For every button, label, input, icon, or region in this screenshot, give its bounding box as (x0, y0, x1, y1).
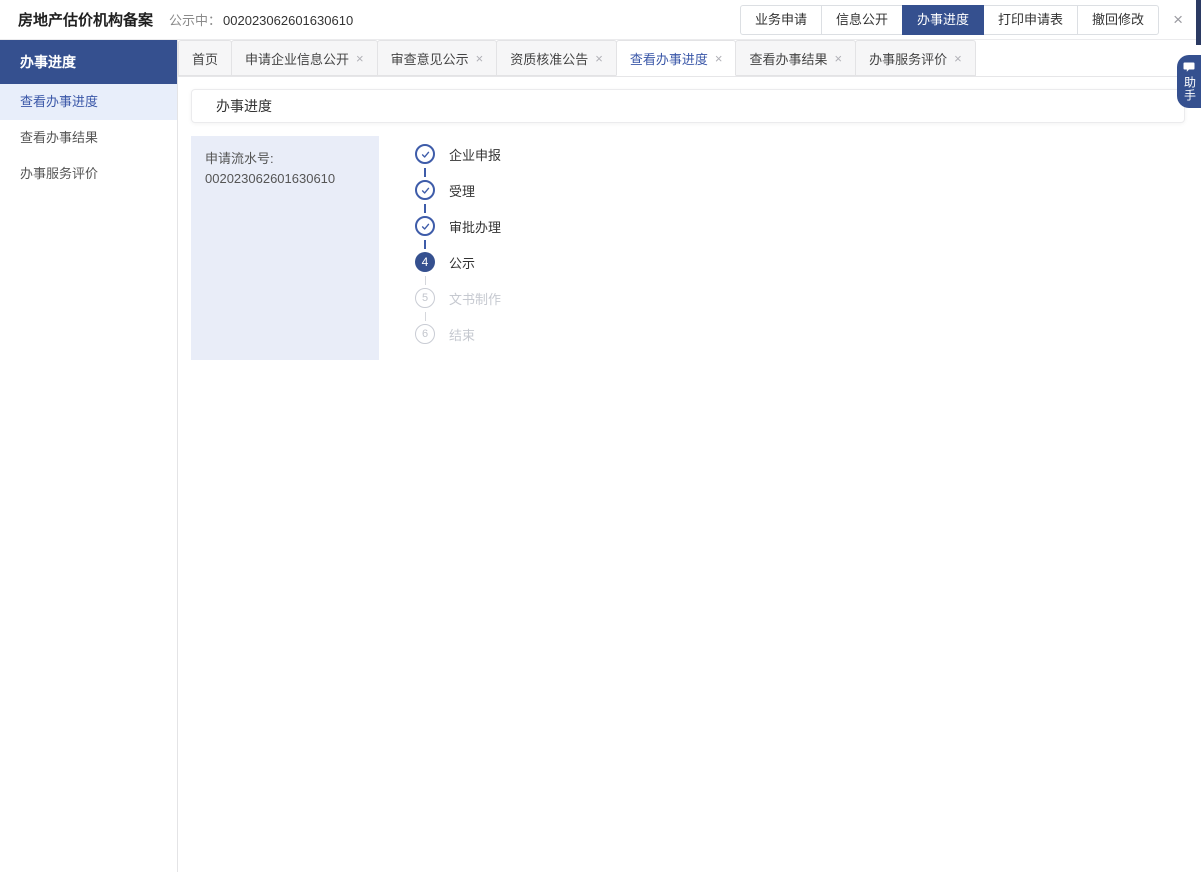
header-button-打印申请表[interactable]: 打印申请表 (983, 5, 1078, 35)
step-label: 文书制作 (449, 289, 501, 308)
step-文书制作: 5 文书制作 (415, 288, 501, 308)
sidebar-item[interactable]: 查看办事进度 (0, 84, 177, 120)
serial-label: 申请流水号: (205, 149, 365, 169)
step-connector (424, 168, 426, 177)
sidebar-title: 办事进度 (0, 40, 177, 84)
header-button-办事进度[interactable]: 办事进度 (902, 5, 984, 35)
topbar-right: 业务申请信息公开办事进度打印申请表撤回修改 × (740, 5, 1201, 35)
sidebar: 办事进度 查看办事进度查看办事结果办事服务评价 (0, 40, 178, 872)
status-value: 002023062601630610 (223, 13, 353, 28)
tab-close-icon[interactable]: × (356, 52, 364, 65)
step-受理: 受理 (415, 180, 501, 200)
assistant-label: 助手 (1182, 76, 1197, 102)
tab-close-icon[interactable]: × (715, 52, 723, 65)
tab-申请企业信息公开[interactable]: 申请企业信息公开 × (231, 40, 378, 76)
tab-首页[interactable]: 首页 (178, 40, 232, 76)
step-check-icon (415, 180, 435, 200)
tab-close-icon[interactable]: × (476, 52, 484, 65)
tab-close-icon[interactable]: × (954, 52, 962, 65)
step-label: 公示 (449, 253, 475, 272)
step-check-icon (415, 144, 435, 164)
topbar: 房地产估价机构备案 公示中：002023062601630610 业务申请信息公… (0, 0, 1201, 40)
content-area: 办事进度 申请流水号: 002023062601630610 企业申报受理审批办… (178, 77, 1201, 872)
progress-steps: 企业申报受理审批办理 4 公示 5 文书制作 6 结束 (415, 136, 501, 360)
step-公示: 4 公示 (415, 252, 501, 272)
serial-value: 002023062601630610 (205, 169, 365, 189)
tab-label: 查看办事结果 (749, 49, 827, 68)
step-check-icon (415, 216, 435, 236)
tab-资质核准公告[interactable]: 资质核准公告 × (496, 40, 617, 76)
close-icon[interactable]: × (1173, 11, 1183, 28)
status-label: 公示中： (169, 13, 221, 28)
header-button-信息公开[interactable]: 信息公开 (821, 5, 903, 35)
step-number: 6 (415, 324, 435, 344)
tab-bar: 首页申请企业信息公开×审查意见公示×资质核准公告×查看办事进度×查看办事结果×办… (178, 40, 1201, 77)
tab-close-icon[interactable]: × (595, 52, 603, 65)
tab-label: 资质核准公告 (510, 49, 588, 68)
tab-查看办事进度[interactable]: 查看办事进度 × (616, 40, 737, 76)
tab-label: 办事服务评价 (869, 49, 947, 68)
progress-row: 申请流水号: 002023062601630610 企业申报受理审批办理 4 公示 5… (191, 136, 1185, 360)
sidebar-item[interactable]: 查看办事结果 (0, 120, 177, 156)
step-connector (425, 312, 426, 321)
serial-panel: 申请流水号: 002023062601630610 (191, 136, 379, 360)
sidebar-item[interactable]: 办事服务评价 (0, 156, 177, 192)
header-button-业务申请[interactable]: 业务申请 (740, 5, 822, 35)
tab-审查意见公示[interactable]: 审查意见公示 × (377, 40, 498, 76)
tab-办事服务评价[interactable]: 办事服务评价 × (855, 40, 976, 76)
topbar-left: 房地产估价机构备案 公示中：002023062601630610 (18, 9, 353, 30)
header-button-group: 业务申请信息公开办事进度打印申请表撤回修改 (740, 5, 1159, 35)
step-number: 4 (415, 252, 435, 272)
step-label: 企业申报 (449, 145, 501, 164)
section-title-card: 办事进度 (191, 89, 1185, 123)
header-button-撤回修改[interactable]: 撤回修改 (1077, 5, 1159, 35)
app-title: 房地产估价机构备案 (18, 9, 153, 30)
status-text: 公示中：002023062601630610 (169, 10, 353, 29)
step-connector (424, 204, 426, 213)
sidebar-menu: 查看办事进度查看办事结果办事服务评价 (0, 84, 177, 192)
tab-close-icon[interactable]: × (834, 52, 842, 65)
tab-查看办事结果[interactable]: 查看办事结果 × (735, 40, 856, 76)
tab-label: 查看办事进度 (630, 49, 708, 68)
step-审批办理: 审批办理 (415, 216, 501, 236)
main-area: 首页申请企业信息公开×审查意见公示×资质核准公告×查看办事进度×查看办事结果×办… (178, 40, 1201, 872)
step-label: 受理 (449, 181, 475, 200)
step-结束: 6 结束 (415, 324, 501, 344)
step-number: 5 (415, 288, 435, 308)
tab-label: 申请企业信息公开 (245, 49, 349, 68)
section-title: 办事进度 (216, 98, 272, 114)
tab-label: 首页 (192, 49, 218, 68)
step-企业申报: 企业申报 (415, 144, 501, 164)
scrollbar-thumb[interactable] (1196, 0, 1201, 45)
step-connector (424, 240, 426, 249)
step-label: 结束 (449, 325, 475, 344)
tab-label: 审查意见公示 (391, 49, 469, 68)
assistant-button[interactable]: 助手 (1177, 55, 1201, 108)
step-label: 审批办理 (449, 217, 501, 236)
app-frame: 办事进度 查看办事进度查看办事结果办事服务评价 首页申请企业信息公开×审查意见公… (0, 40, 1201, 872)
chat-bubble-icon (1183, 62, 1195, 73)
step-connector (425, 276, 426, 285)
